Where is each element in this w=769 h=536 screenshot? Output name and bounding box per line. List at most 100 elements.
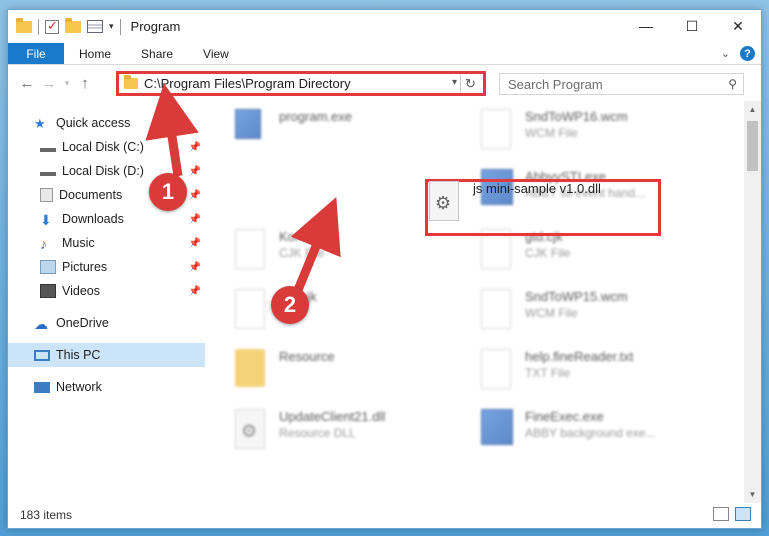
file-name: program.exe [279,109,352,124]
pictures-icon [40,260,56,274]
step-2-badge: 2 [271,286,309,324]
recent-locations-icon[interactable]: ▾ [60,78,74,89]
file-type: Resource DLL [279,426,356,440]
tab-view[interactable]: View [188,43,244,64]
file-name: SndToWP16.wcm [525,109,628,124]
pin-icon[interactable]: 📌 [189,142,201,153]
scroll-thumb[interactable] [747,121,758,171]
sidebar-item-label: Local Disk (C:) [62,140,144,154]
pin-icon[interactable]: 📌 [189,214,201,225]
list-item[interactable]: UpdateClient21.dll Resource DLL [235,409,475,465]
document-icon [235,289,269,331]
sidebar-item-this-pc[interactable]: This PC [8,343,205,367]
file-name: SndToWP15.wcm [525,289,628,304]
sidebar-item-onedrive[interactable]: ☁ OneDrive [8,311,205,335]
step-1-badge: 1 [149,173,187,211]
file-name: UpdateClient21.dll [279,409,386,424]
sidebar-item-downloads[interactable]: ⬇ Downloads 📌 [8,207,205,231]
drive-icon [40,142,56,152]
sidebar-item-videos[interactable]: Videos 📌 [8,279,205,303]
chevron-down-icon[interactable]: ▾ [109,21,114,32]
search-placeholder: Search Program [508,76,603,92]
ribbon-right: ⌄ ? [721,46,755,61]
file-name: help.fineReader.txt [525,349,634,364]
file-name: FineExec.exe [525,409,604,424]
sidebar-item-local-disk-c[interactable]: Local Disk (C:) 📌 [8,135,205,159]
sidebar-item-label: Videos [62,284,100,298]
tab-share[interactable]: Share [126,43,188,64]
sidebar-item-label: Local Disk (D:) [62,164,144,178]
minimize-button[interactable]: — [623,10,669,42]
address-bar[interactable]: C:\Program Files\Program Directory ▾ ↻ [116,71,486,96]
videos-icon [40,284,56,298]
scroll-down-icon[interactable]: ▼ [744,486,761,503]
sidebar-item-network[interactable]: Network [8,375,205,399]
divider [119,18,121,35]
sidebar-item-quick-access[interactable]: ★ Quick access [8,111,205,135]
sidebar-item-label: Documents [59,188,123,202]
exe-icon [481,409,515,451]
address-path[interactable]: C:\Program Files\Program Directory [144,76,351,91]
explorer-window: ▾ Program — ☐ ✕ File Home Share View ⌄ ?… [7,9,762,529]
expand-ribbon-icon[interactable]: ⌄ [721,47,730,60]
scroll-up-icon[interactable]: ▲ [744,101,761,118]
sidebar-item-music[interactable]: ♪ Music 📌 [8,231,205,255]
list-item[interactable]: help.fineReader.txt TXT File [481,349,721,405]
pin-icon[interactable]: 📌 [189,238,201,249]
pin-icon[interactable]: 📌 [189,190,201,201]
sidebar-item-pictures[interactable]: Pictures 📌 [8,255,205,279]
sidebar-item-label: Quick access [56,116,131,130]
navigation-bar: ← → ▾ ↑ C:\Program Files\Program Directo… [8,65,761,101]
forward-arrow-icon[interactable]: → [38,75,60,92]
sidebar-item-label: Network [56,380,102,394]
list-item[interactable]: FineExec.exe ABBY background exe... [481,409,721,465]
large-icons-view-icon[interactable] [735,507,751,521]
pin-icon[interactable]: 📌 [189,166,201,177]
help-icon[interactable]: ? [740,46,755,61]
window-title: Program [130,19,181,34]
list-item[interactable]: program.exe [235,109,475,165]
vertical-scrollbar[interactable]: ▲ ▼ [744,101,761,503]
tab-home[interactable]: Home [64,43,126,64]
back-arrow-icon[interactable]: ← [16,75,38,92]
pin-icon[interactable]: 📌 [189,286,201,297]
documents-icon [40,188,53,202]
details-view-icon[interactable] [713,507,729,521]
list-item[interactable]: Kor...cjk CJK File [235,229,475,285]
document-icon [481,349,515,391]
new-folder-icon[interactable] [65,17,81,33]
music-icon: ♪ [40,236,47,252]
search-icon[interactable]: ⚲ [728,77,737,91]
item-count: 183 items [20,508,73,522]
properties-icon[interactable] [87,20,103,33]
up-arrow-icon[interactable]: ↑ [74,75,96,92]
ribbon-tabs: File Home Share View ⌄ ? [8,43,761,65]
search-input[interactable]: Search Program ⚲ [499,73,744,95]
list-item[interactable]: SndToWP15.wcm WCM File [481,289,721,345]
title-bar: ▾ Program — ☐ ✕ [8,10,761,43]
pin-icon[interactable]: 📌 [189,262,201,273]
close-button[interactable]: ✕ [715,10,761,42]
list-item[interactable]: Resource [235,349,475,405]
document-icon [481,289,515,331]
folder-icon[interactable] [16,17,32,33]
file-type: TXT File [525,366,571,380]
navigation-pane: ★ Quick access Local Disk (C:) 📌 Local D… [8,101,205,503]
chevron-down-icon[interactable]: ▾ [452,77,457,88]
highlighted-dll-file[interactable]: js mini-sample v1.0.dll [429,181,601,223]
refresh-icon[interactable]: ↻ [460,75,480,92]
file-name: Kor...cjk [279,229,326,244]
list-item[interactable]: gtd.cjk CJK File [481,229,721,285]
maximize-button[interactable]: ☐ [669,10,715,42]
list-item[interactable]: ...n.cjk...le [235,289,475,345]
file-name: Resource [279,349,335,364]
computer-icon [34,349,50,361]
sidebar-item-label: This PC [56,348,101,362]
list-item[interactable]: SndToWP16.wcm WCM File [481,109,721,165]
divider [38,18,39,35]
quick-access-toolbar: ▾ [16,17,121,35]
sidebar-item-label: Music [62,236,95,250]
file-type: ABBY background exe... [525,426,656,440]
properties-check-icon[interactable] [45,18,59,34]
tab-file[interactable]: File [8,43,64,64]
